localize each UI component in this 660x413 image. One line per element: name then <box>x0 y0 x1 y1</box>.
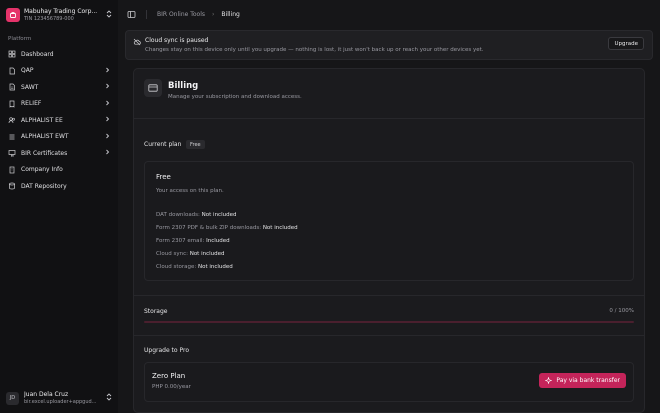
sidebar-item-company-info[interactable]: Company Info <box>4 162 114 179</box>
feature-label: DAT downloads: <box>156 212 200 218</box>
sidebar-item-label: DAT Repository <box>21 182 67 190</box>
chevron-right-icon <box>105 149 110 157</box>
sidebar-item-label: RELIEF <box>21 100 42 108</box>
sidebar-item-label: Dashboard <box>21 50 54 58</box>
user-email: bir.excel.uploader+appgud... <box>24 398 97 405</box>
feature-label: Form 2307 PDF & bulk ZIP downloads: <box>156 225 262 231</box>
billing-card: Billing Manage your subscription and dow… <box>133 68 645 413</box>
file-text-icon <box>8 83 16 91</box>
breadcrumb-parent[interactable]: BIR Online Tools <box>157 11 205 18</box>
billing-header: Billing Manage your subscription and dow… <box>134 69 644 119</box>
avatar: JD <box>6 391 19 405</box>
chevron-right-icon <box>105 133 110 141</box>
main-content: BIR Online Tools › Billing Cloud sync is… <box>118 0 660 413</box>
cloud-sync-banner: Cloud sync is paused Changes stay on thi… <box>125 30 653 60</box>
topbar: BIR Online Tools › Billing <box>118 0 660 28</box>
sidebar-item-dat-repository[interactable]: DAT Repository <box>4 178 114 195</box>
pay-bank-transfer-button[interactable]: Pay via bank transfer <box>539 373 626 388</box>
user-menu[interactable]: JD Juan Dela Cruz bir.excel.uploader+app… <box>6 390 112 406</box>
upgrade-button[interactable]: Upgrade <box>608 37 644 50</box>
sidebar-toggle-icon[interactable] <box>126 9 136 19</box>
cloud-off-icon <box>133 38 141 46</box>
org-switcher[interactable]: Mabuhay Trading Corp... TIN 123456789-00… <box>6 6 112 24</box>
sidebar-item-alphalist-ewt[interactable]: ALPHALIST EWT <box>4 129 114 146</box>
sidebar-item-bir-certificates[interactable]: BIR Certificates <box>4 145 114 162</box>
chevrons-up-down-icon <box>106 393 112 403</box>
feature-label: Cloud sync: <box>156 251 188 257</box>
sidebar: Mabuhay Trading Corp... TIN 123456789-00… <box>0 0 118 413</box>
plan-feature: Form 2307 email: Included <box>156 238 230 244</box>
sidebar-item-alphalist-ee[interactable]: ALPHALIST EE <box>4 112 114 129</box>
org-name: Mabuhay Trading Corp... <box>24 7 98 15</box>
plan-feature: DAT downloads: Not included <box>156 212 236 218</box>
zero-plan-price: PHP 0.00/year <box>152 384 191 390</box>
sidebar-item-label: Company Info <box>21 166 63 174</box>
sidebar-item-relief[interactable]: RELIEF <box>4 96 114 113</box>
status-badge: Free <box>186 140 205 149</box>
sidebar-item-label: ALPHALIST EE <box>21 116 63 124</box>
current-plan-box: Free Your access on this plan. DAT downl… <box>144 161 634 281</box>
plan-feature: Form 2307 PDF & bulk ZIP downloads: Not … <box>156 225 298 231</box>
feature-label: Cloud storage: <box>156 264 197 270</box>
file-icon <box>8 67 16 75</box>
pay-button-label: Pay via bank transfer <box>556 377 620 384</box>
breadcrumb-separator-icon: › <box>212 10 215 18</box>
building-icon <box>8 166 16 174</box>
plan-name: Free <box>156 173 171 181</box>
plan-description: Your access on this plan. <box>156 188 224 194</box>
receipt-icon <box>8 100 16 108</box>
sidebar-item-label: SAWT <box>21 83 39 91</box>
sidebar-item-label: BIR Certificates <box>21 149 68 157</box>
sparkles-icon <box>545 377 553 384</box>
feature-label: Form 2307 email: <box>156 238 205 244</box>
user-name: Juan Dela Cruz <box>24 390 69 398</box>
sidebar-item-qap[interactable]: QAP <box>4 63 114 80</box>
chevron-right-icon <box>105 116 110 124</box>
sidebar-item-sawt[interactable]: SAWT <box>4 79 114 96</box>
sidebar-item-label: ALPHALIST EWT <box>21 133 69 141</box>
users-icon <box>8 116 16 124</box>
storage-label: Storage <box>144 308 168 315</box>
feature-value: Not included <box>189 251 225 257</box>
storage-progress-bar <box>144 321 634 323</box>
org-logo-icon <box>6 8 20 22</box>
storage-value: 0 / 100% <box>609 308 634 314</box>
divider <box>134 335 644 336</box>
chevron-right-icon <box>105 83 110 91</box>
feature-value: Not included <box>201 212 237 218</box>
certificate-icon <box>8 149 16 158</box>
list-icon <box>8 133 16 141</box>
dashboard-icon <box>8 50 16 58</box>
banner-description: Changes stay on this device only until y… <box>145 47 484 53</box>
sidebar-item-dashboard[interactable]: Dashboard <box>4 46 114 63</box>
database-icon <box>8 182 16 190</box>
chevrons-up-down-icon <box>106 10 112 20</box>
page-subtitle: Manage your subscription and download ac… <box>168 94 302 100</box>
sidebar-nav: Dashboard QAP SAWT RELIEF ALPHALIST EE A… <box>4 46 114 195</box>
sidebar-item-label: QAP <box>21 67 34 75</box>
divider <box>146 9 147 19</box>
feature-value: Included <box>206 238 230 244</box>
credit-card-icon <box>144 79 162 97</box>
breadcrumb-current: Billing <box>221 10 240 18</box>
upgrade-section-label: Upgrade to Pro <box>144 347 190 354</box>
plan-feature: Cloud sync: Not included <box>156 251 225 257</box>
banner-title: Cloud sync is paused <box>145 37 209 44</box>
chevron-right-icon <box>105 100 110 108</box>
chevron-right-icon <box>105 67 110 75</box>
feature-value: Not included <box>262 225 298 231</box>
zero-plan-name: Zero Plan <box>152 372 186 380</box>
plan-feature: Cloud storage: Not included <box>156 264 233 270</box>
org-tin: TIN 123456789-000 <box>24 15 74 22</box>
zero-plan-card: Zero Plan PHP 0.00/year Pay via bank tra… <box>144 362 634 402</box>
nav-section-label: Platform <box>8 36 32 42</box>
current-plan-label: Current plan <box>144 141 182 148</box>
divider <box>134 295 644 296</box>
page-title: Billing <box>168 81 199 91</box>
feature-value: Not included <box>197 264 233 270</box>
